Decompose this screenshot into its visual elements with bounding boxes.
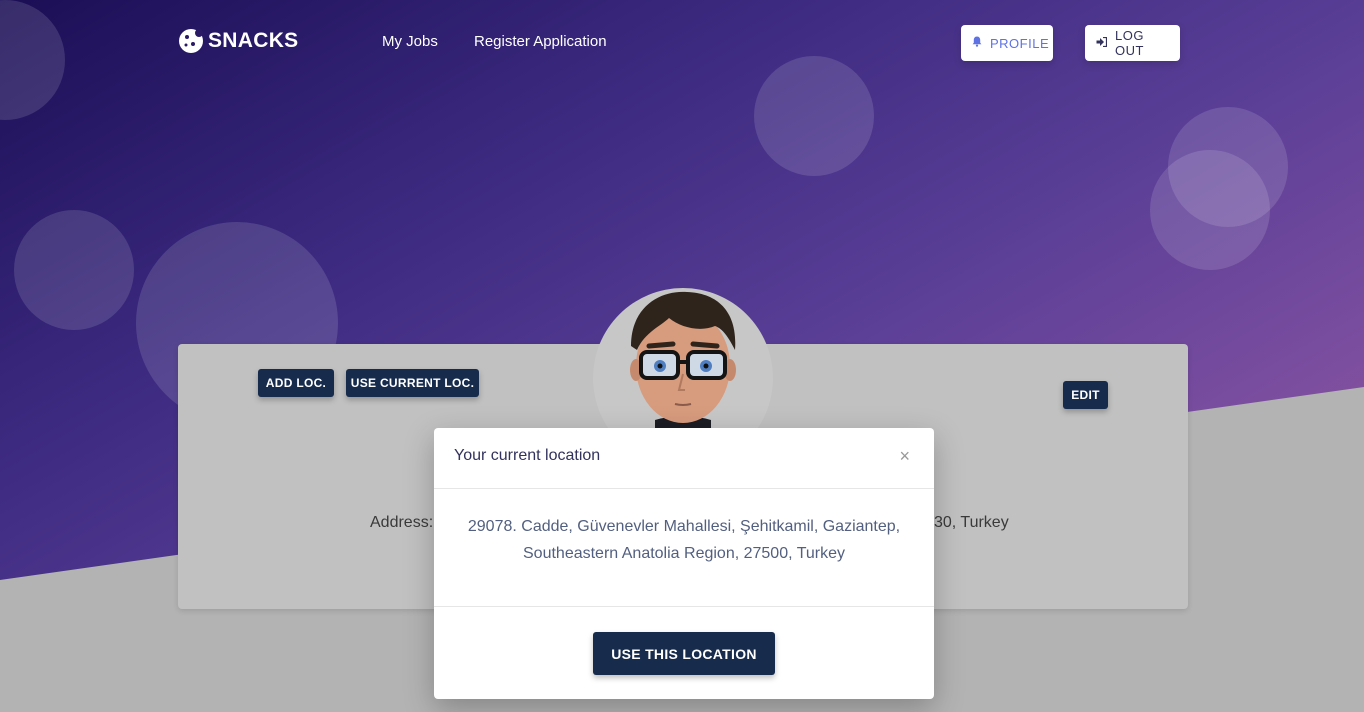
close-icon[interactable]: × — [899, 446, 910, 467]
sign-out-icon — [1096, 36, 1108, 50]
logout-button[interactable]: LOG OUT — [1085, 25, 1180, 61]
top-navbar: SNACKS My Jobs Register Application PROF… — [0, 0, 1364, 86]
bell-icon — [972, 36, 982, 50]
use-this-location-button[interactable]: USE THIS LOCATION — [593, 632, 775, 675]
modal-header: Your current location × — [434, 428, 934, 489]
edit-button[interactable]: EDIT — [1063, 381, 1108, 409]
nav-link-register-application[interactable]: Register Application — [474, 33, 607, 50]
modal-body: 29078. Cadde, Güvenevler Mahallesi, Şehi… — [434, 489, 934, 607]
nav-link-my-jobs[interactable]: My Jobs — [382, 33, 438, 50]
profile-label: PROFILE — [990, 35, 1050, 51]
add-location-button[interactable]: ADD LOC. — [258, 369, 334, 397]
cookie-icon — [179, 29, 203, 53]
address-value-tail: 30, Turkey — [934, 514, 1009, 531]
location-address-line-1: 29078. Cadde, Güvenevler Mahallesi, Şehi… — [467, 518, 901, 535]
logout-label: LOG OUT — [1115, 28, 1144, 58]
modal-title: Your current location — [454, 447, 601, 464]
current-location-modal: Your current location × 29078. Cadde, Gü… — [434, 428, 934, 699]
decorative-bubble — [1150, 150, 1270, 270]
brand-name: SNACKS — [208, 29, 299, 52]
brand-logo-link[interactable]: SNACKS — [178, 28, 298, 54]
address-label: Address: — [370, 514, 434, 531]
avatar — [593, 288, 773, 468]
decorative-bubble — [14, 210, 134, 330]
use-current-location-button[interactable]: USE CURRENT LOC. — [346, 369, 479, 397]
profile-button[interactable]: PROFILE — [961, 25, 1053, 61]
location-address-line-2: Southeastern Anatolia Region, 27500, Tur… — [523, 545, 845, 562]
